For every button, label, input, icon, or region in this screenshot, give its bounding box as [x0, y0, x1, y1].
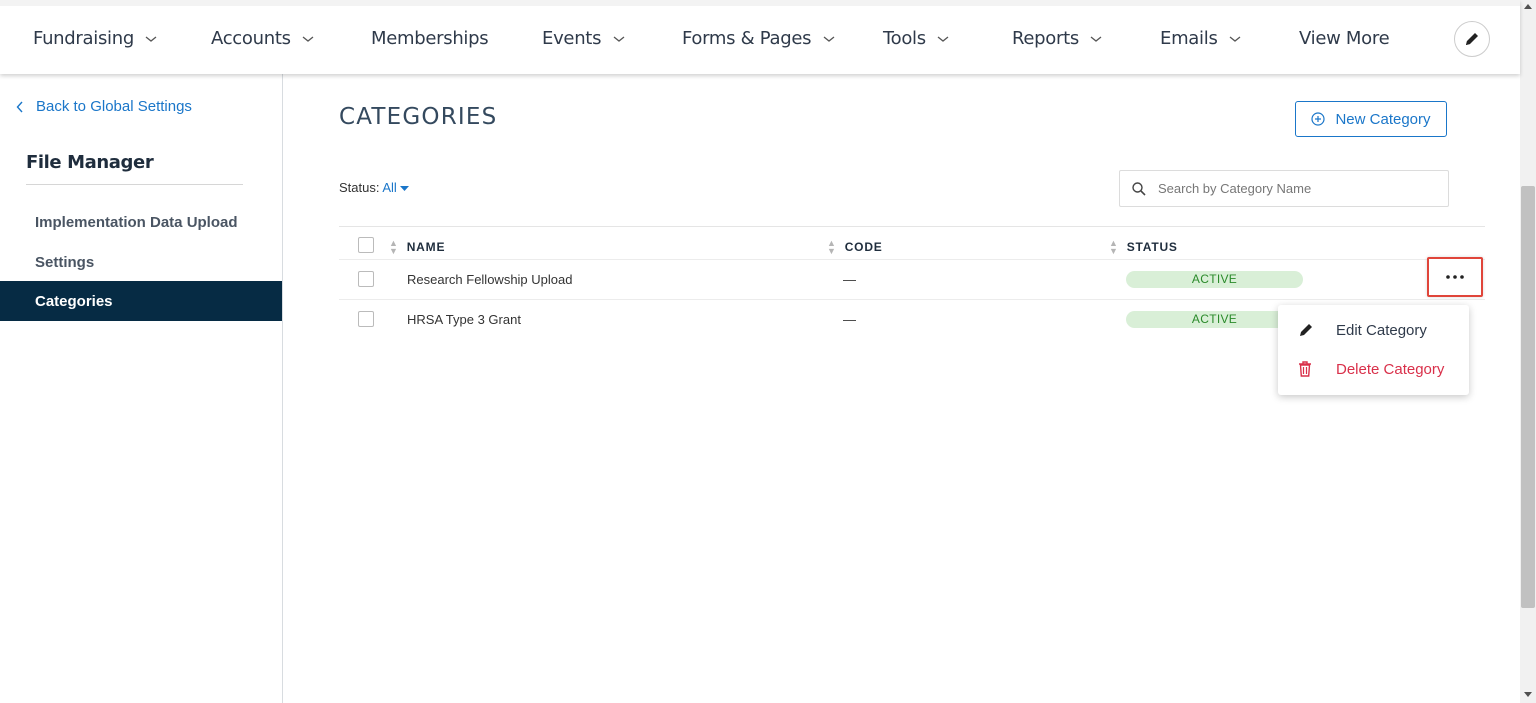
column-header-label: NAME: [406, 240, 446, 254]
sidebar-item-settings[interactable]: Settings: [0, 242, 282, 282]
sidebar: Back to Global Settings File Manager Imp…: [0, 74, 283, 703]
sidebar-item-label: Categories: [35, 292, 113, 310]
scroll-down-arrow-icon[interactable]: [1524, 692, 1532, 697]
sidebar-item-label: Settings: [35, 253, 95, 271]
scroll-thumb[interactable]: [1521, 186, 1535, 608]
page-title: CATEGORIES: [339, 104, 498, 130]
select-all-checkbox[interactable]: [358, 237, 374, 253]
nav-label: Emails: [1160, 28, 1218, 49]
plus-circle-icon: [1311, 112, 1326, 126]
status-badge: ACTIVE: [1126, 271, 1303, 288]
nav-view-more[interactable]: View More: [1299, 28, 1390, 49]
nav-label: Events: [542, 28, 602, 49]
column-header-label: CODE: [844, 240, 883, 254]
new-category-button[interactable]: New Category: [1295, 101, 1447, 137]
nav-label: Reports: [1012, 28, 1079, 49]
status-filter-label: Status:: [339, 180, 380, 195]
nav-memberships[interactable]: Memberships: [371, 28, 489, 49]
search-input[interactable]: [1158, 181, 1438, 196]
chevron-down-icon: [1090, 36, 1102, 42]
row-name: HRSA Type 3 Grant: [407, 312, 521, 327]
row-actions-menu: Edit Category Delete Category: [1278, 305, 1469, 395]
menu-item-label: Delete Category: [1336, 360, 1445, 378]
new-category-label: New Category: [1335, 110, 1431, 128]
status-badge: ACTIVE: [1126, 311, 1303, 328]
nav-emails[interactable]: Emails: [1160, 28, 1241, 49]
column-header-status[interactable]: ▲ ▼ STATUS: [1109, 238, 1178, 256]
pencil-icon: [1300, 324, 1312, 336]
nav-accounts[interactable]: Accounts: [211, 28, 314, 49]
sort-icon: ▲ ▼: [1109, 238, 1119, 256]
nav-events[interactable]: Events: [542, 28, 625, 49]
nav-fundraising[interactable]: Fundraising: [33, 28, 157, 49]
nav-label: Memberships: [371, 28, 489, 49]
nav-label: Accounts: [211, 28, 291, 49]
search-icon: [1132, 181, 1146, 196]
row-actions-button[interactable]: [1427, 257, 1483, 297]
pencil-icon: [1466, 33, 1478, 45]
row-code: —: [843, 272, 856, 287]
row-checkbox[interactable]: [358, 271, 374, 287]
nav-reports[interactable]: Reports: [1012, 28, 1102, 49]
back-link-label: Back to Global Settings: [36, 98, 192, 115]
row-code: —: [843, 312, 856, 327]
chevron-down-icon: [613, 36, 624, 42]
sidebar-section-title: File Manager: [26, 152, 154, 173]
chevron-left-icon: [16, 101, 23, 112]
nav-label: Forms & Pages: [682, 28, 812, 49]
trash-icon: [1299, 361, 1311, 377]
status-filter-value: All: [382, 180, 397, 195]
table-row: Research Fellowship Upload — ACTIVE: [339, 259, 1485, 299]
delete-category-menu-item[interactable]: Delete Category: [1278, 350, 1469, 388]
sort-icon: ▲ ▼: [389, 238, 399, 256]
chevron-down-icon: [145, 36, 157, 42]
column-header-code[interactable]: ▲ ▼ CODE: [827, 238, 883, 256]
nav-tools[interactable]: Tools: [883, 28, 949, 49]
sort-icon: ▲ ▼: [827, 238, 837, 256]
nav-forms-pages[interactable]: Forms & Pages: [682, 28, 835, 49]
row-name: Research Fellowship Upload: [407, 272, 573, 287]
chevron-down-icon: [937, 36, 949, 42]
nav-label: Tools: [883, 28, 926, 49]
column-header-label: STATUS: [1126, 240, 1178, 254]
divider: [26, 184, 243, 185]
nav-edit-button[interactable]: [1454, 21, 1490, 57]
chevron-down-icon: [302, 36, 314, 42]
chevron-down-icon: [1229, 36, 1241, 42]
sidebar-item-implementation-data-upload[interactable]: Implementation Data Upload: [0, 202, 282, 242]
nav-label: View More: [1299, 28, 1390, 49]
edit-category-menu-item[interactable]: Edit Category: [1278, 311, 1469, 349]
top-nav: Fundraising Accounts Memberships Events …: [0, 0, 1520, 74]
row-checkbox[interactable]: [358, 311, 374, 327]
menu-item-label: Edit Category: [1336, 321, 1427, 339]
sidebar-item-categories[interactable]: Categories: [0, 281, 282, 321]
more-horizontal-icon: [1446, 275, 1464, 279]
status-filter[interactable]: Status: All: [339, 180, 410, 195]
scroll-up-arrow-icon[interactable]: [1524, 4, 1532, 9]
caret-down-icon: [400, 186, 410, 191]
back-to-global-settings-link[interactable]: Back to Global Settings: [16, 98, 192, 115]
column-header-name[interactable]: ▲ ▼ NAME: [389, 238, 446, 256]
search-box: [1119, 170, 1449, 207]
nav-label: Fundraising: [33, 28, 134, 49]
sidebar-item-label: Implementation Data Upload: [35, 213, 238, 231]
chevron-down-icon: [823, 36, 835, 42]
